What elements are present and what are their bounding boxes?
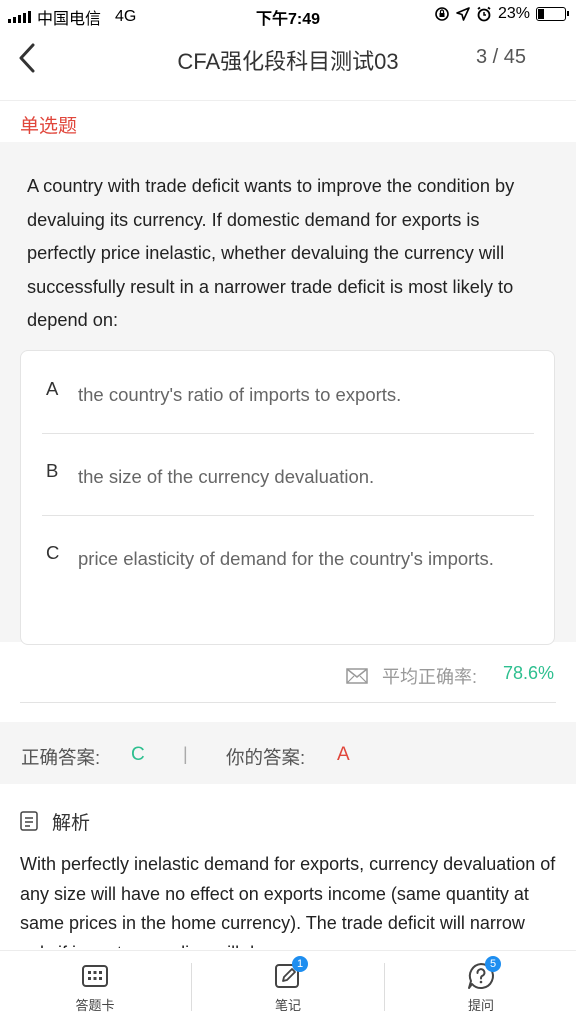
correct-answer-value: C — [131, 744, 145, 765]
option-letter: A — [46, 378, 59, 399]
document-icon — [20, 811, 38, 831]
answer-separator: | — [183, 744, 188, 764]
question-type-label: 单选题 — [20, 116, 78, 137]
analysis-title: 解析 — [52, 813, 91, 834]
tab-label: 答题卡 — [75, 998, 115, 1013]
analysis-text: With perfectly inelastic demand for expo… — [20, 854, 556, 948]
accuracy-value: 78.6% — [502, 663, 554, 683]
battery-fill — [538, 9, 545, 19]
bottom-tab-bar: 答题卡 1 笔记 5 提问 — [0, 950, 576, 1025]
tab-answer-card[interactable]: 答题卡 — [0, 951, 190, 1025]
answer-bar: 正确答案: C | 你的答案: A — [0, 722, 576, 784]
status-bar: 中国电信 4G 下午7:49 23% — [0, 0, 576, 28]
tab-notes[interactable]: 1 笔记 — [193, 951, 383, 1025]
battery-icon — [536, 7, 569, 21]
option-text: the country's ratio of imports to export… — [78, 384, 402, 405]
nav-bar: CFA强化段科目测试03 3 / 45 — [0, 28, 576, 88]
rotation-lock-icon — [435, 7, 449, 21]
location-icon — [456, 7, 470, 21]
question-icon-wrap: 5 — [466, 956, 501, 991]
tab-ask-question[interactable]: 5 提问 — [386, 951, 576, 1025]
tab-label: 提问 — [467, 998, 494, 1013]
option-divider — [42, 433, 534, 434]
question-text: A country with trade deficit wants to im… — [27, 176, 515, 330]
options-card: A the country's ratio of imports to expo… — [20, 350, 555, 645]
tab-label: 笔记 — [274, 998, 301, 1013]
accuracy-label: 平均正确率: — [382, 667, 478, 687]
your-answer-value: A — [337, 744, 350, 765]
option-letter: C — [46, 542, 60, 563]
correct-answer-label: 正确答案: — [21, 747, 101, 768]
notes-icon-wrap: 1 — [273, 956, 308, 991]
question-area: A country with trade deficit wants to im… — [0, 142, 576, 645]
answer-card-icon — [82, 965, 108, 987]
notes-badge: 1 — [292, 956, 308, 972]
option-text: price elasticity of demand for the count… — [78, 548, 494, 569]
option-letter: B — [46, 460, 59, 481]
alarm-icon — [477, 6, 491, 22]
mail-icon — [346, 668, 368, 684]
divider — [20, 702, 556, 703]
battery-percent: 23% — [497, 5, 530, 22]
tab-separator — [191, 963, 192, 1011]
question-progress: 3 / 45 — [475, 46, 526, 68]
status-right: 23% — [434, 5, 569, 23]
question-badge: 5 — [485, 956, 501, 972]
option-divider — [42, 515, 534, 516]
your-answer-label: 你的答案: — [226, 747, 306, 768]
option-text: the size of the currency devaluation. — [78, 466, 375, 487]
question-type-bar: 单选题 — [0, 100, 576, 143]
accuracy-row: 平均正确率: 78.6% — [0, 645, 576, 701]
tab-separator — [384, 963, 385, 1011]
